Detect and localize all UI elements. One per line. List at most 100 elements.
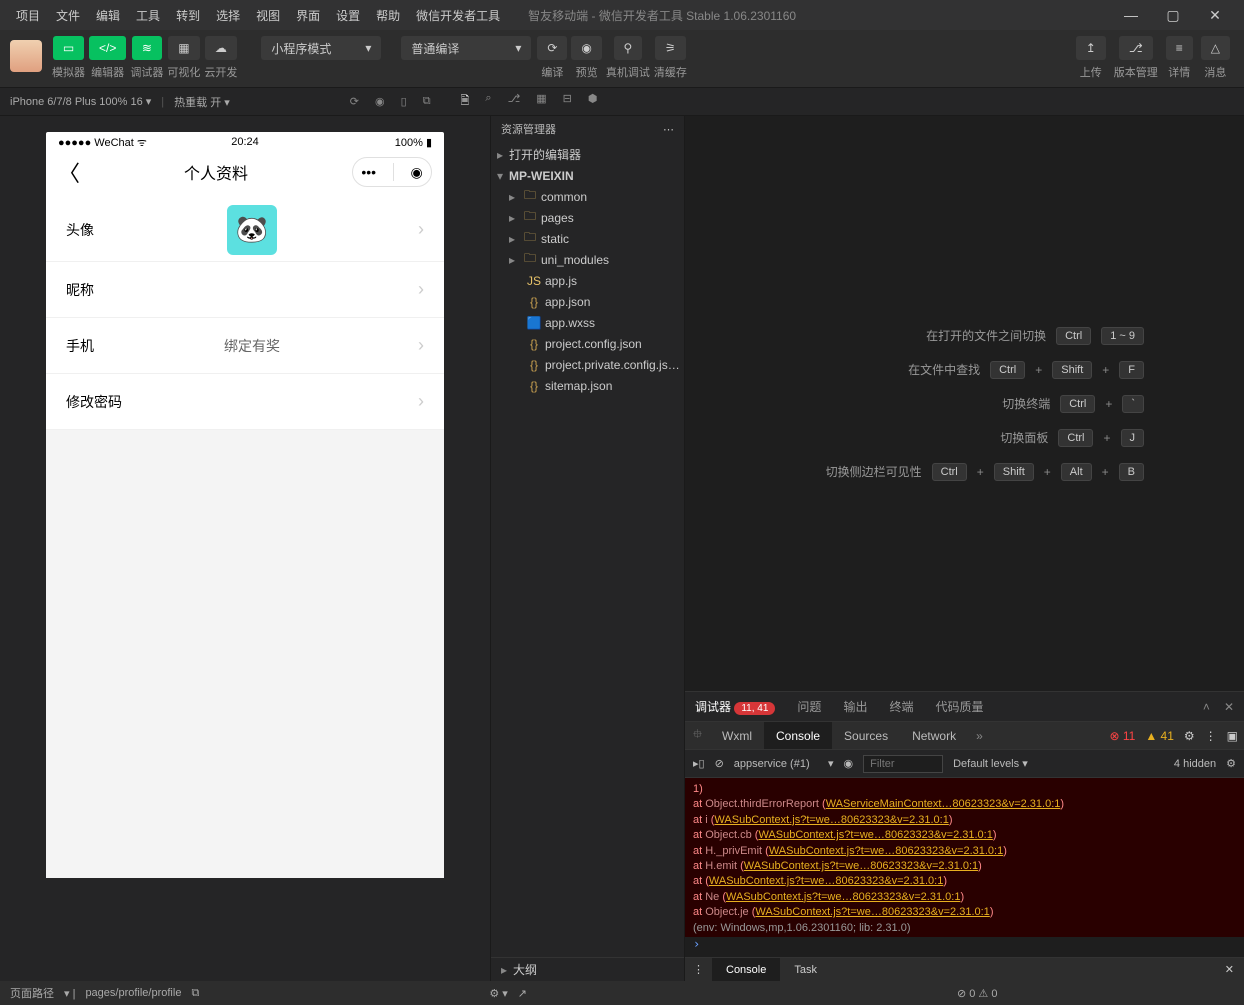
- files-icon[interactable]: 🗎: [461, 92, 470, 111]
- copy-path-icon[interactable]: ⧉: [191, 987, 199, 1000]
- menu-界面[interactable]: 界面: [288, 3, 328, 28]
- warn-count[interactable]: ▲ 41: [1145, 729, 1174, 743]
- tab-console[interactable]: Console: [764, 722, 832, 749]
- menu-文件[interactable]: 文件: [48, 3, 88, 28]
- details-button[interactable]: ≡: [1166, 36, 1193, 60]
- maximize-icon[interactable]: ▢: [1152, 0, 1194, 30]
- file-app.js[interactable]: JSapp.js: [491, 270, 684, 291]
- hotreload-toggle[interactable]: 热重载 开 ▾: [174, 94, 230, 110]
- tab-problems[interactable]: 问题: [797, 698, 821, 715]
- cell-password[interactable]: 修改密码 ›: [46, 374, 444, 430]
- sidebar-toggle-icon[interactable]: ▸▯: [693, 757, 705, 770]
- drawer-close-icon[interactable]: ✕: [1225, 963, 1244, 976]
- more-tabs-icon[interactable]: »: [968, 729, 991, 743]
- cloud-button[interactable]: ☁: [205, 36, 237, 60]
- context-select[interactable]: appservice (#1) ▾: [734, 757, 834, 770]
- tab-terminal[interactable]: 终端: [889, 698, 913, 715]
- console-prompt[interactable]: ›: [685, 937, 1244, 957]
- close-icon[interactable]: ✕: [1194, 0, 1236, 30]
- clear-console-icon[interactable]: ⊘: [715, 757, 724, 770]
- preview-button[interactable]: ◉: [571, 36, 601, 60]
- levels-select[interactable]: Default levels ▾: [953, 757, 1028, 770]
- bug-icon[interactable]: ⬢: [588, 92, 598, 111]
- menu-转到[interactable]: 转到: [168, 3, 208, 28]
- record-icon[interactable]: ◉: [375, 95, 385, 108]
- menu-设置[interactable]: 设置: [328, 3, 368, 28]
- drawer-kebab-icon[interactable]: ⋮: [685, 963, 712, 976]
- message-button[interactable]: △: [1201, 36, 1230, 60]
- ext-icon[interactable]: ▦: [536, 92, 546, 111]
- compile-button[interactable]: ⟳: [537, 36, 567, 60]
- drawer-console[interactable]: Console: [712, 958, 780, 981]
- folder-static[interactable]: ▸🗀static: [491, 228, 684, 249]
- minimize-icon[interactable]: —: [1110, 0, 1152, 30]
- menu-项目[interactable]: 项目: [8, 3, 48, 28]
- folder-common[interactable]: ▸🗀common: [491, 186, 684, 207]
- device-select[interactable]: iPhone 6/7/8 Plus 100% 16 ▾: [10, 95, 151, 108]
- refresh-icon[interactable]: ⟳: [350, 95, 359, 108]
- gear-icon[interactable]: ⚙: [1184, 729, 1195, 743]
- panel-close-icon[interactable]: ✕: [1224, 700, 1234, 714]
- upload-button[interactable]: ↥: [1076, 36, 1106, 60]
- more-icon[interactable]: ⋯: [663, 123, 674, 136]
- dock-icon[interactable]: ▣: [1227, 729, 1238, 743]
- menu-帮助[interactable]: 帮助: [368, 3, 408, 28]
- tab-network[interactable]: Network: [900, 722, 968, 749]
- pagepath-value[interactable]: pages/profile/profile: [85, 987, 181, 999]
- folder-uni_modules[interactable]: ▸🗀uni_modules: [491, 249, 684, 270]
- copy-icon[interactable]: ⧉: [423, 95, 431, 108]
- menu-工具[interactable]: 工具: [128, 3, 168, 28]
- viz-button[interactable]: ▦: [168, 36, 199, 60]
- menu-dots-icon[interactable]: •••: [361, 164, 376, 180]
- error-count[interactable]: ⊗ 11: [1109, 729, 1135, 743]
- tab-output[interactable]: 输出: [843, 698, 867, 715]
- debugger-button[interactable]: ≋: [132, 36, 162, 60]
- collapse-icon[interactable]: ˄: [1203, 700, 1210, 714]
- compile-select[interactable]: 普通编译▾: [401, 36, 531, 60]
- kebab-icon[interactable]: ⋮: [1205, 729, 1217, 743]
- tab-wxml[interactable]: Wxml: [710, 722, 764, 749]
- gear-icon[interactable]: ⚙: [1226, 757, 1236, 770]
- menu-视图[interactable]: 视图: [248, 3, 288, 28]
- hidden-count[interactable]: 4 hidden: [1174, 758, 1216, 770]
- cell-phone[interactable]: 手机 绑定有奖 ›: [46, 318, 444, 374]
- cell-avatar[interactable]: 头像 🐼 ›: [46, 198, 444, 262]
- file-project.config.json[interactable]: {}project.config.json: [491, 333, 684, 354]
- folder-pages[interactable]: ▸🗀pages: [491, 207, 684, 228]
- filter-input[interactable]: [863, 755, 943, 773]
- tab-sources[interactable]: Sources: [832, 722, 900, 749]
- file-sitemap.json[interactable]: {}sitemap.json: [491, 375, 684, 396]
- outline-section[interactable]: ▸大纲: [491, 957, 684, 981]
- file-app.json[interactable]: {}app.json: [491, 291, 684, 312]
- search-icon[interactable]: ⌕: [485, 92, 491, 111]
- realdebug-button[interactable]: ⚲: [614, 36, 643, 60]
- tab-debugger[interactable]: 调试器 11, 41: [695, 698, 775, 715]
- file-project.private.config.js…[interactable]: {}project.private.config.js…: [491, 354, 684, 375]
- open-editors-section[interactable]: ▸打开的编辑器: [491, 144, 684, 165]
- tab-quality[interactable]: 代码质量: [935, 698, 983, 715]
- problems-counts[interactable]: ⊘ 0 ⚠ 0: [957, 987, 997, 1000]
- git-icon[interactable]: ⎇: [508, 92, 521, 111]
- clearcache-button[interactable]: ⚞: [655, 36, 686, 60]
- version-button[interactable]: ⎇: [1119, 36, 1153, 60]
- simulator-button[interactable]: ▭: [53, 36, 84, 60]
- menu-编辑[interactable]: 编辑: [88, 3, 128, 28]
- capsule[interactable]: ••• ◉: [352, 157, 432, 187]
- file-app.wxss[interactable]: 🟦app.wxss: [491, 312, 684, 333]
- cell-nickname[interactable]: 昵称 ›: [46, 262, 444, 318]
- user-avatar[interactable]: [10, 40, 42, 72]
- gear-icon[interactable]: ⚙ ▾: [489, 987, 507, 1000]
- menu-微信开发者工具[interactable]: 微信开发者工具: [408, 3, 508, 28]
- menu-选择[interactable]: 选择: [208, 3, 248, 28]
- back-icon[interactable]: 〈: [58, 156, 80, 188]
- db-icon[interactable]: ⊟: [563, 92, 572, 111]
- phone-icon[interactable]: ▯: [401, 95, 407, 108]
- eye-icon[interactable]: ◉: [843, 757, 853, 770]
- project-root[interactable]: ▾MP-WEIXIN: [491, 165, 684, 186]
- mode-select[interactable]: 小程序模式▾: [261, 36, 381, 60]
- drawer-task[interactable]: Task: [780, 958, 831, 981]
- popout-icon[interactable]: ↗: [518, 987, 527, 1000]
- editor-button[interactable]: </>: [89, 36, 126, 60]
- target-icon[interactable]: ◉: [410, 164, 422, 181]
- inspect-icon[interactable]: ⯐: [685, 725, 710, 746]
